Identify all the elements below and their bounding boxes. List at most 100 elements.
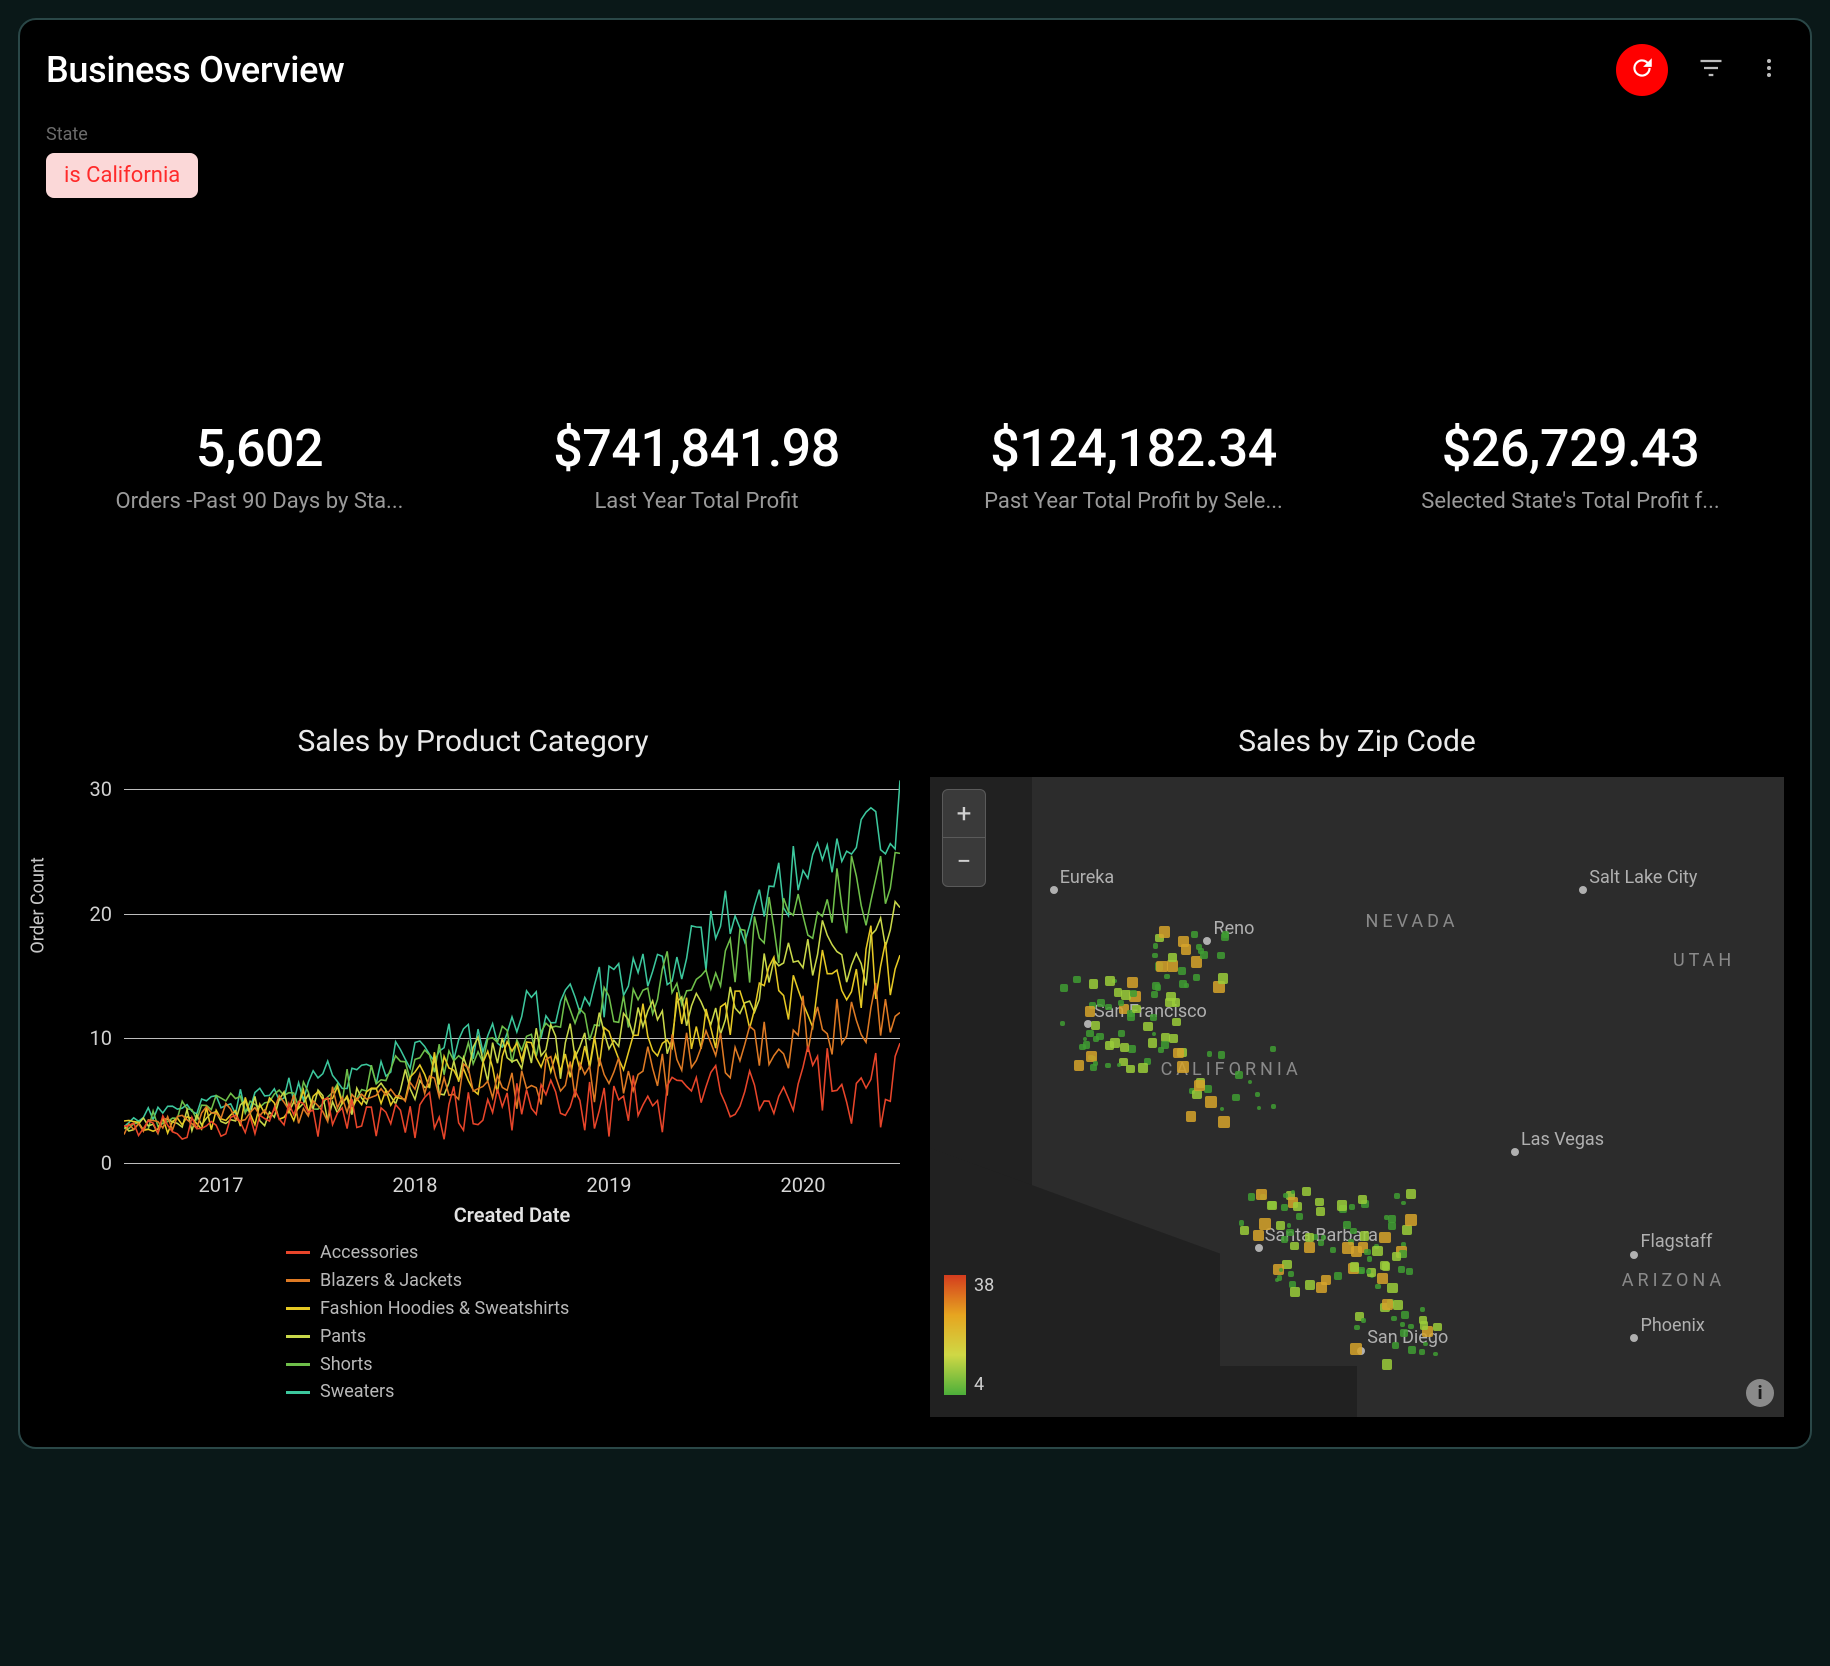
- data-spot: [1433, 1352, 1438, 1357]
- data-spot: [1218, 973, 1228, 983]
- data-spot: [1379, 1232, 1390, 1243]
- data-spot: [1270, 1046, 1276, 1052]
- chart-body[interactable]: Order Count 30 20 10 0: [46, 777, 900, 1167]
- data-spot: [1217, 952, 1225, 960]
- kpi-label: Past Year Total Profit by Sele...: [954, 489, 1314, 514]
- filter-icon: [1697, 54, 1725, 86]
- data-spot: [1275, 1278, 1279, 1282]
- data-spot: [1391, 1316, 1397, 1322]
- kpi-value: 5,602: [56, 418, 463, 479]
- info-icon: i: [1758, 1383, 1763, 1404]
- kpi-label: Orders -Past 90 Days by Sta...: [80, 489, 440, 514]
- data-spot: [1382, 1359, 1392, 1369]
- legend-item[interactable]: Fashion Hoodies & Sweatshirts: [286, 1295, 900, 1323]
- data-spot: [1105, 1004, 1111, 1010]
- legend-item[interactable]: Accessories: [286, 1239, 900, 1267]
- data-spot: [1085, 1006, 1095, 1016]
- kpi-last-year-profit[interactable]: $741,841.98 Last Year Total Profit: [493, 418, 900, 514]
- sales-by-zip-panel: Sales by Zip Code + − 38: [930, 724, 1784, 1417]
- kpi-past-year-profit-selected[interactable]: $124,182.34 Past Year Total Profit by Se…: [930, 418, 1337, 514]
- data-spot: [1152, 1032, 1156, 1036]
- data-spot: [1360, 1231, 1369, 1240]
- data-spot: [1337, 1200, 1347, 1210]
- data-spot: [1290, 1287, 1300, 1297]
- data-spot: [1150, 1014, 1157, 1021]
- data-spot: [1196, 944, 1202, 950]
- data-spot: [1105, 1063, 1110, 1068]
- legend-label: Fashion Hoodies & Sweatshirts: [320, 1295, 569, 1323]
- legend-item[interactable]: Pants: [286, 1323, 900, 1351]
- zoom-out-button[interactable]: −: [943, 838, 985, 886]
- y-ticks: 30 20 10 0: [78, 777, 118, 1167]
- kpi-orders[interactable]: 5,602 Orders -Past 90 Days by Sta...: [56, 418, 463, 514]
- data-spot: [1184, 983, 1189, 988]
- map-info-button[interactable]: i: [1746, 1379, 1774, 1407]
- data-spot: [1105, 976, 1114, 985]
- kpi-value: $124,182.34: [930, 418, 1337, 479]
- map-legend-gradient: [944, 1275, 966, 1395]
- data-spot: [1248, 1080, 1252, 1084]
- more-button[interactable]: [1754, 55, 1784, 85]
- data-spot: [1235, 1071, 1243, 1079]
- data-spot: [1128, 1045, 1136, 1053]
- data-spot: [1288, 1271, 1294, 1277]
- chart-title: Sales by Product Category: [46, 724, 900, 759]
- x-ticks: 2017 2018 2019 2020: [124, 1173, 900, 1197]
- data-spot: [1110, 1038, 1120, 1048]
- data-spot: [1283, 1193, 1287, 1197]
- data-spot: [1394, 1193, 1400, 1199]
- legend-item[interactable]: Shorts: [286, 1351, 900, 1379]
- data-spot: [1286, 1229, 1293, 1236]
- data-spot: [1205, 1096, 1217, 1108]
- data-spot: [1405, 1214, 1417, 1226]
- x-tick: 2020: [781, 1173, 826, 1197]
- kpi-selected-state-profit[interactable]: $26,729.43 Selected State's Total Profit…: [1367, 418, 1774, 514]
- filter-button[interactable]: [1696, 55, 1726, 85]
- legend-swatch: [286, 1279, 310, 1282]
- data-spot: [1350, 1228, 1357, 1235]
- data-spot: [1406, 1189, 1416, 1199]
- data-spot: [1191, 931, 1198, 938]
- data-spot: [1151, 991, 1158, 998]
- data-spot: [1382, 1262, 1391, 1271]
- legend-label: Pants: [320, 1323, 366, 1351]
- data-spot: [1419, 1349, 1425, 1355]
- data-spot: [1351, 1246, 1362, 1257]
- data-spot: [1177, 1061, 1189, 1073]
- header: Business Overview: [46, 44, 1784, 96]
- legend-item[interactable]: Blazers & Jackets: [286, 1267, 900, 1295]
- data-spot: [1349, 1204, 1355, 1210]
- kpi-value: $741,841.98: [493, 418, 900, 479]
- city-dot: [1050, 886, 1058, 894]
- data-spot: [1392, 1342, 1399, 1349]
- filter-label: State: [46, 124, 1784, 145]
- city-dot: [1255, 1244, 1263, 1252]
- legend-item[interactable]: Sweaters: [286, 1378, 900, 1406]
- data-spot: [1181, 944, 1192, 955]
- data-spot: [1315, 1198, 1324, 1207]
- data-spot: [1296, 1213, 1303, 1220]
- state-filter-chip[interactable]: is California: [46, 153, 198, 198]
- data-spot: [1433, 1323, 1441, 1331]
- map-body[interactable]: + − 38 4 i NEVADAUTAHCALIFORNIAARIZ: [930, 777, 1784, 1417]
- legend-label: Shorts: [320, 1351, 373, 1379]
- data-spot: [1255, 1092, 1260, 1097]
- data-spot: [1193, 974, 1200, 981]
- data-spot: [1132, 1005, 1141, 1014]
- kpi-value: $26,729.43: [1367, 418, 1774, 479]
- data-spot: [1420, 1307, 1425, 1312]
- city-dot: [1630, 1334, 1638, 1342]
- refresh-button[interactable]: [1616, 44, 1668, 96]
- data-spot: [1402, 1225, 1412, 1235]
- data-spot: [1207, 1051, 1213, 1057]
- data-spot: [1398, 1266, 1405, 1273]
- data-spot: [1086, 1030, 1094, 1038]
- data-spot: [1293, 1202, 1301, 1210]
- data-spot: [1304, 1242, 1315, 1253]
- filter-section: State is California: [46, 124, 1784, 198]
- data-spot: [1359, 1269, 1364, 1274]
- zoom-in-button[interactable]: +: [943, 790, 985, 838]
- data-spot: [1287, 1223, 1291, 1227]
- legend-min: 4: [974, 1374, 994, 1395]
- legend: AccessoriesBlazers & JacketsFashion Hood…: [286, 1239, 900, 1406]
